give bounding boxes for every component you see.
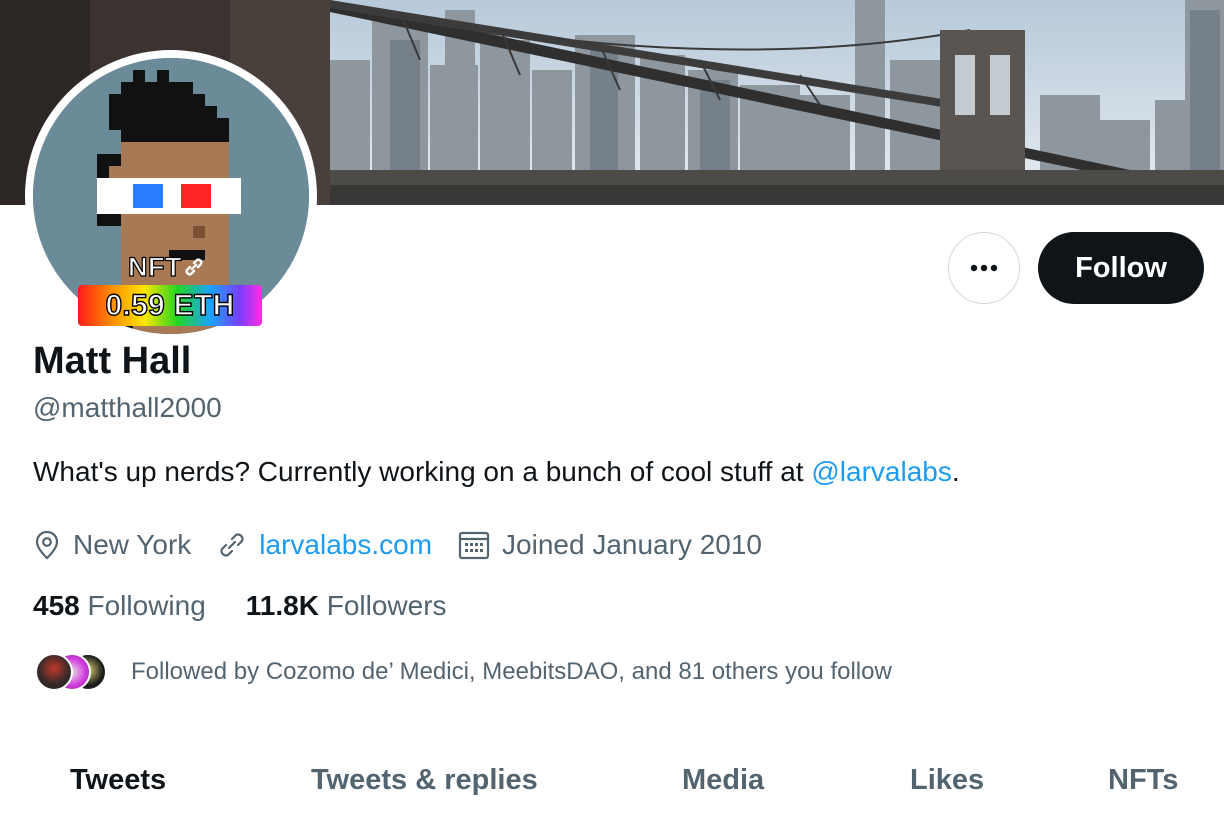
followed-by-text: Followed by Cozomo de’ Medici, MeebitsDA… xyxy=(131,658,892,685)
follow-button-label: Follow xyxy=(1075,251,1167,284)
followers-label: Followers xyxy=(326,590,447,621)
display-name: Matt Hall xyxy=(33,340,192,382)
bio-end: . xyxy=(951,456,960,487)
tab-tweets-replies[interactable]: Tweets & replies xyxy=(311,764,538,797)
followed-by-avatars xyxy=(33,652,113,692)
calendar-icon xyxy=(458,531,490,560)
location-text: New York xyxy=(73,529,192,560)
tab-likes[interactable]: Likes xyxy=(910,764,984,797)
location-item: New York xyxy=(33,529,191,561)
joined-item: Joined January 2010 xyxy=(458,529,762,561)
profile-meta: New York larvalabs.com Joined January 20… xyxy=(33,526,788,564)
following-label: Following xyxy=(87,590,206,621)
more-options-button[interactable] xyxy=(948,232,1020,304)
following-count: 458 xyxy=(33,590,80,621)
follow-button[interactable]: Follow xyxy=(1038,232,1204,304)
bio-mention-link[interactable]: @larvalabs xyxy=(811,456,951,487)
followers-count: 11.8K xyxy=(245,590,319,621)
follower-avatar xyxy=(35,653,73,691)
following-link[interactable]: 458 Following xyxy=(33,590,206,622)
tab-nfts[interactable]: NFTs xyxy=(1108,764,1178,797)
link-icon xyxy=(220,533,244,557)
more-dots-icon xyxy=(970,264,998,272)
user-handle: @matthall2000 xyxy=(33,392,222,423)
tab-tweets[interactable]: Tweets xyxy=(70,764,166,797)
profile-bio: What's up nerds? Currently working on a … xyxy=(33,456,960,488)
tab-media[interactable]: Media xyxy=(682,764,764,797)
location-pin-icon xyxy=(35,530,59,560)
followed-by-row[interactable]: Followed by Cozomo de’ Medici, MeebitsDA… xyxy=(33,652,892,692)
chain-link-icon xyxy=(185,258,203,276)
profile-tabs: Tweets Tweets & replies Media Likes NFTs xyxy=(0,750,1224,816)
website-item[interactable]: larvalabs.com xyxy=(217,529,432,561)
nft-price-badge[interactable]: 0.59 ETH xyxy=(78,285,262,326)
joined-text: Joined January 2010 xyxy=(502,529,763,560)
website-link[interactable]: larvalabs.com xyxy=(259,529,432,561)
followers-link[interactable]: 11.8K Followers xyxy=(246,590,447,622)
bio-text: What's up nerds? Currently working on a … xyxy=(33,456,812,487)
nft-label: NFT xyxy=(127,251,204,283)
nft-price: 0.59 ETH xyxy=(105,288,235,322)
follow-stats: 458 Following 11.8K Followers xyxy=(33,590,487,622)
